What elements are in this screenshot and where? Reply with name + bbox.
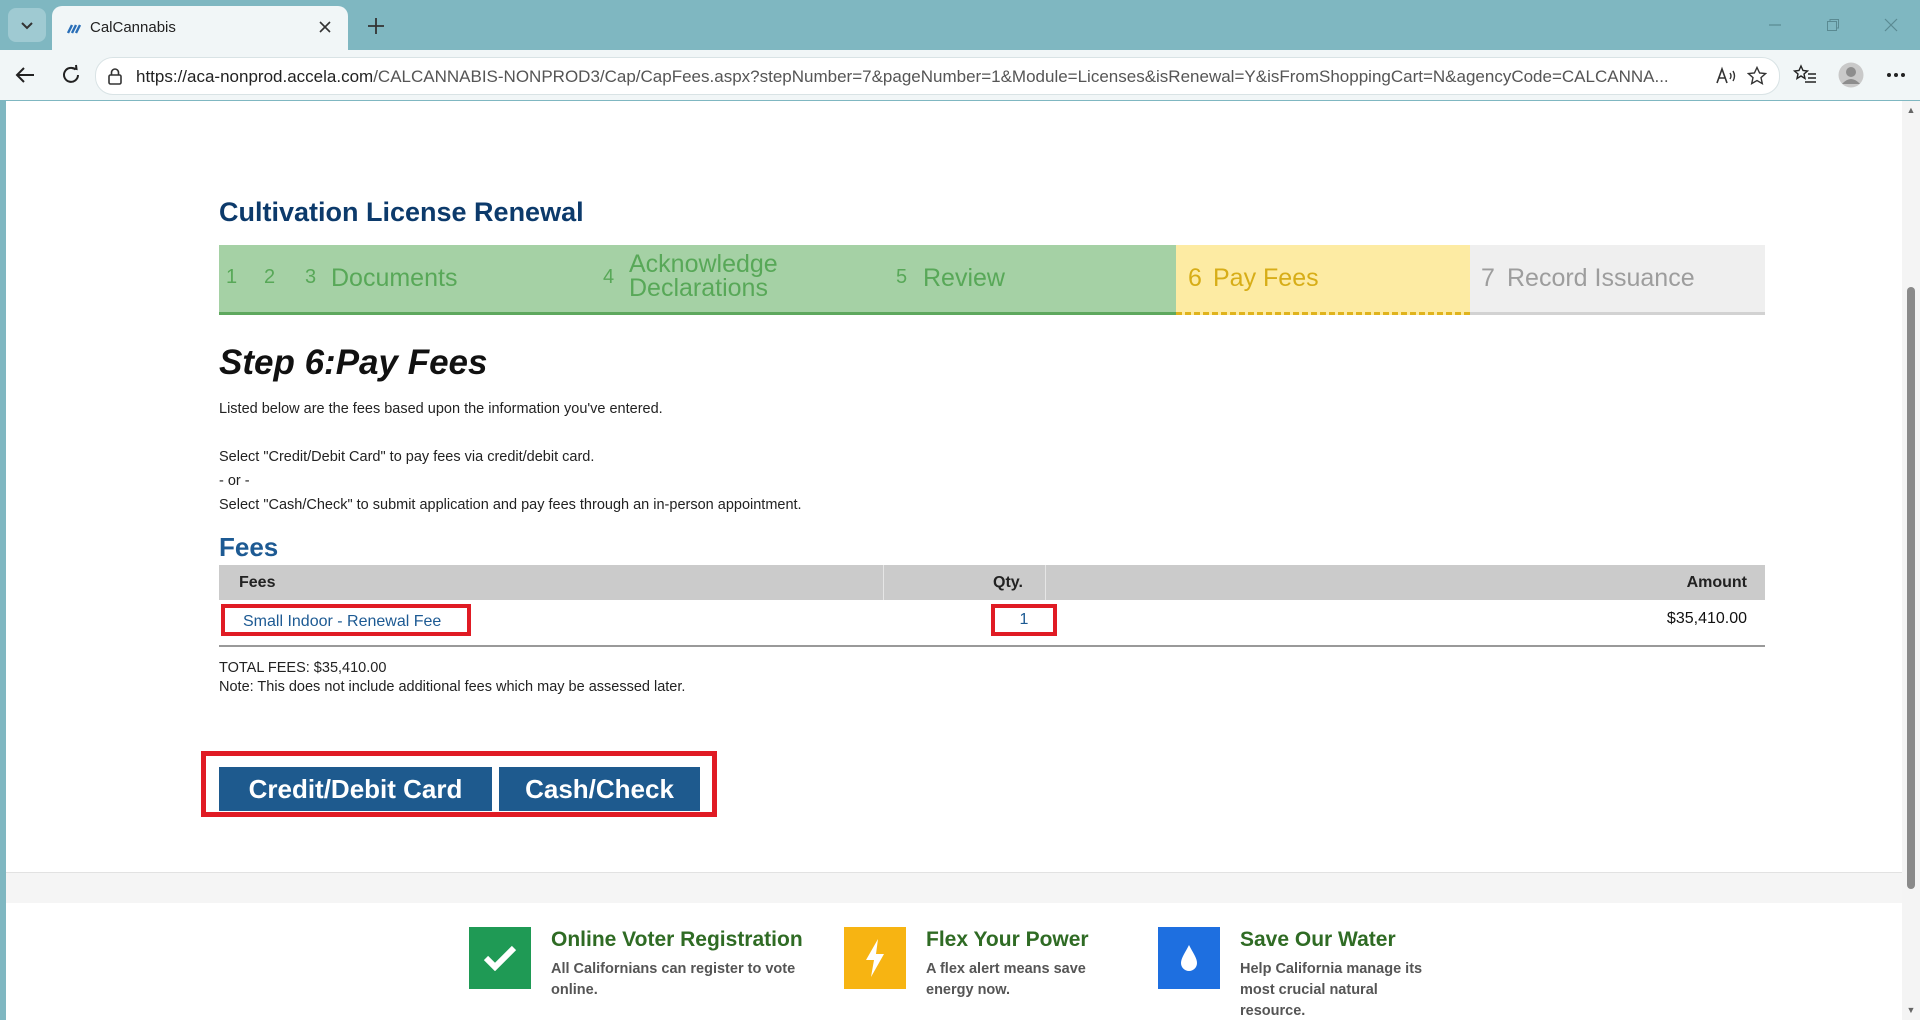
- close-tab-button[interactable]: [314, 16, 336, 38]
- checkmark-icon: [469, 927, 531, 989]
- water-drop-icon: [1158, 927, 1220, 989]
- step-4-label-line2: Declarations: [629, 274, 768, 302]
- step-3-number: 3: [305, 266, 317, 288]
- step-6-pay-fees: 6 Pay Fees: [1176, 245, 1470, 315]
- promo-title: Online Voter Registration: [551, 928, 803, 951]
- lightning-icon: [844, 927, 906, 989]
- step-heading: Step 6:Pay Fees: [219, 343, 488, 382]
- promo-description: Help California manage its most crucial …: [1240, 961, 1423, 1019]
- page-title: Cultivation License Renewal: [219, 197, 584, 227]
- intro-text: Listed below are the fees based upon the…: [219, 401, 663, 417]
- fees-table-header: Fees Qty. Amount: [219, 565, 1765, 600]
- step-6-label: Pay Fees: [1213, 264, 1319, 292]
- fees-heading: Fees: [219, 532, 279, 562]
- favorites-list-icon: [1793, 64, 1816, 83]
- page-viewport: Cultivation License Renewal 1 2 3 Docume…: [6, 101, 1902, 1020]
- option-or-text: - or -: [219, 473, 250, 489]
- browser-toolbar: https://aca-nonprod.accela.com/CALCANNAB…: [0, 50, 1920, 100]
- url-text: https://aca-nonprod.accela.com/CALCANNAB…: [136, 67, 1669, 86]
- back-button[interactable]: [9, 59, 41, 91]
- close-icon: [319, 21, 331, 33]
- avatar-icon: [1838, 62, 1864, 88]
- step-4-number: 4: [603, 266, 615, 288]
- cash-check-button[interactable]: Cash/Check: [499, 767, 700, 811]
- step-progress-bar: 1 2 3 Documents 4 Acknowledge Declaratio…: [219, 245, 1765, 316]
- option-card-text: Select "Credit/Debit Card" to pay fees v…: [219, 449, 595, 465]
- promo-save-our-water[interactable]: Save Our Water Help California manage it…: [1158, 927, 1458, 1019]
- reload-button[interactable]: [55, 59, 87, 91]
- total-section: TOTAL FEES: $35,410.00 Note: This does n…: [219, 659, 685, 697]
- step-7-record-issuance: 7 Record Issuance: [1470, 245, 1765, 315]
- footer-divider: [6, 872, 1902, 903]
- completed-steps: 1 2 3 Documents 4 Acknowledge Declaratio…: [219, 245, 1176, 315]
- column-divider: [883, 565, 884, 600]
- favorite-button[interactable]: [1745, 64, 1769, 88]
- scroll-up-icon[interactable]: ▲: [1906, 105, 1916, 115]
- fee-qty-cell: 1: [991, 604, 1057, 636]
- promo-title: Flex Your Power: [926, 928, 1089, 951]
- settings-menu-button[interactable]: [1880, 59, 1912, 91]
- table-row: Small Indoor - Renewal Fee 1 $35,410.00: [219, 600, 1765, 647]
- close-icon: [1884, 18, 1898, 32]
- more-horizontal-icon: [1887, 73, 1905, 77]
- promo-description: A flex alert means save energy now.: [926, 961, 1086, 998]
- step-6-number: 6: [1188, 264, 1202, 292]
- tab-bar: CalCannabis: [0, 0, 1920, 50]
- payment-buttons-group: Credit/Debit Card Cash/Check: [201, 751, 717, 817]
- step-5-label: Review: [923, 264, 1005, 292]
- chevron-down-icon: [21, 22, 33, 30]
- fee-name-cell: Small Indoor - Renewal Fee: [221, 604, 471, 636]
- promo-description: All Californians can register to vote on…: [551, 961, 796, 998]
- promo-flex-your-power[interactable]: Flex Your Power A flex alert means save …: [844, 927, 1114, 1017]
- read-aloud-button[interactable]: [1714, 64, 1738, 88]
- profile-button[interactable]: [1835, 59, 1867, 91]
- tab-list-button[interactable]: [8, 8, 46, 42]
- header-qty: Qty.: [993, 574, 1023, 591]
- browser-tab[interactable]: CalCannabis: [52, 6, 348, 50]
- scrollbar-thumb[interactable]: [1907, 287, 1915, 889]
- column-divider: [1045, 565, 1046, 600]
- lock-icon: [108, 68, 122, 85]
- header-fees: Fees: [239, 574, 276, 591]
- step-2-number: 2: [264, 266, 276, 288]
- reload-icon: [63, 64, 79, 83]
- tab-title: CalCannabis: [90, 19, 176, 36]
- option-cash-text: Select "Cash/Check" to submit applicatio…: [219, 497, 802, 513]
- plus-icon: [368, 18, 384, 34]
- step-4-label-line1: Acknowledge: [629, 250, 778, 278]
- step-7-number: 7: [1481, 264, 1495, 292]
- page-scrollbar[interactable]: ▲ ▼: [1902, 101, 1920, 1020]
- promo-voter-registration[interactable]: Online Voter Registration All California…: [469, 927, 803, 1017]
- fee-name-link[interactable]: Small Indoor - Renewal Fee: [243, 613, 441, 631]
- arrow-left-icon: [15, 67, 34, 83]
- step-3-label: Documents: [331, 264, 458, 292]
- minimize-button[interactable]: [1763, 14, 1787, 36]
- step-5-number: 5: [896, 266, 908, 288]
- step-1-number: 1: [226, 266, 238, 288]
- calcannabis-favicon-icon: [66, 24, 82, 34]
- restore-button[interactable]: [1821, 14, 1845, 36]
- star-icon: [1747, 66, 1767, 86]
- promo-title: Save Our Water: [1240, 928, 1396, 951]
- header-amount: Amount: [1686, 574, 1747, 591]
- favorites-button[interactable]: [1789, 59, 1821, 91]
- step-7-label: Record Issuance: [1507, 264, 1695, 292]
- address-bar[interactable]: https://aca-nonprod.accela.com/CALCANNAB…: [95, 57, 1780, 95]
- read-aloud-icon: [1716, 66, 1736, 84]
- credit-debit-card-button[interactable]: Credit/Debit Card: [219, 767, 492, 811]
- fee-amount: $35,410.00: [1666, 610, 1747, 627]
- new-tab-button[interactable]: [362, 12, 390, 40]
- close-window-button[interactable]: [1879, 14, 1903, 36]
- fees-note: Note: This does not include additional f…: [219, 679, 686, 695]
- scroll-down-icon[interactable]: ▼: [1906, 1005, 1916, 1015]
- total-fees: TOTAL FEES: $35,410.00: [219, 660, 387, 676]
- restore-icon: [1827, 19, 1839, 31]
- minimize-icon: [1769, 24, 1781, 26]
